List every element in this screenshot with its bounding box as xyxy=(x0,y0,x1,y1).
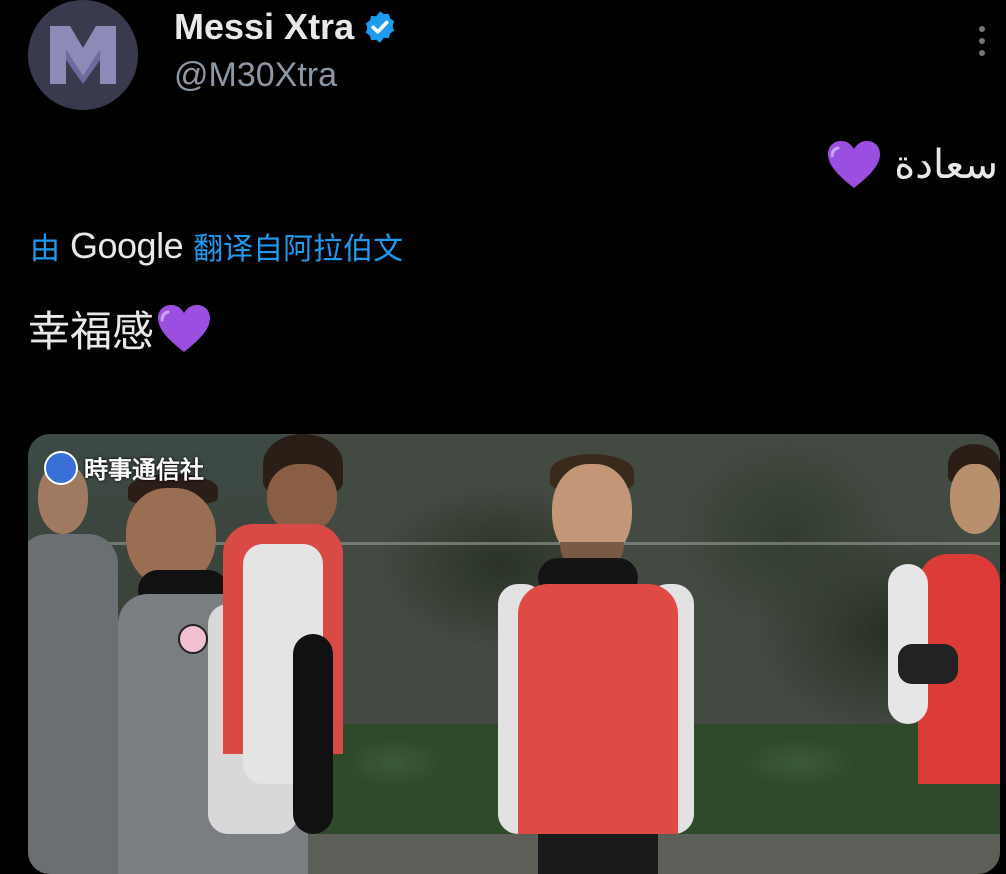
watermark-text: 時事通信社 xyxy=(84,456,204,484)
translated-text: 幸福感 xyxy=(28,307,155,356)
translate-prefix: 由 xyxy=(30,232,60,267)
avatar[interactable] xyxy=(28,0,138,110)
jiji-logo-icon xyxy=(44,450,78,485)
purple-heart-icon xyxy=(828,141,881,188)
player-center-red-bib xyxy=(498,454,698,874)
tweet-original-text: سعادة xyxy=(826,140,998,190)
player-right-edge xyxy=(888,444,1000,874)
translation-attribution[interactable]: 由 Google 翻译自阿拉伯文 xyxy=(30,224,403,268)
player-red-bib-back xyxy=(223,434,363,874)
more-options-icon[interactable] xyxy=(976,26,988,56)
user-handle[interactable]: @M30Xtra xyxy=(174,56,337,95)
m-logo-icon xyxy=(50,26,116,84)
verified-badge-icon xyxy=(365,11,395,43)
display-name[interactable]: Messi Xtra xyxy=(174,6,398,48)
google-logo-text: Google xyxy=(70,225,184,266)
translate-suffix[interactable]: 翻译自阿拉伯文 xyxy=(193,224,403,268)
translated-text-row: 幸福感 xyxy=(28,298,212,359)
tweet-media-video[interactable]: 時事通信社 xyxy=(28,434,1000,874)
media-watermark: 時事通信社 xyxy=(44,450,204,485)
original-text: سعادة xyxy=(894,142,998,188)
display-name-text[interactable]: Messi Xtra xyxy=(174,6,354,48)
purple-heart-icon xyxy=(158,304,211,352)
